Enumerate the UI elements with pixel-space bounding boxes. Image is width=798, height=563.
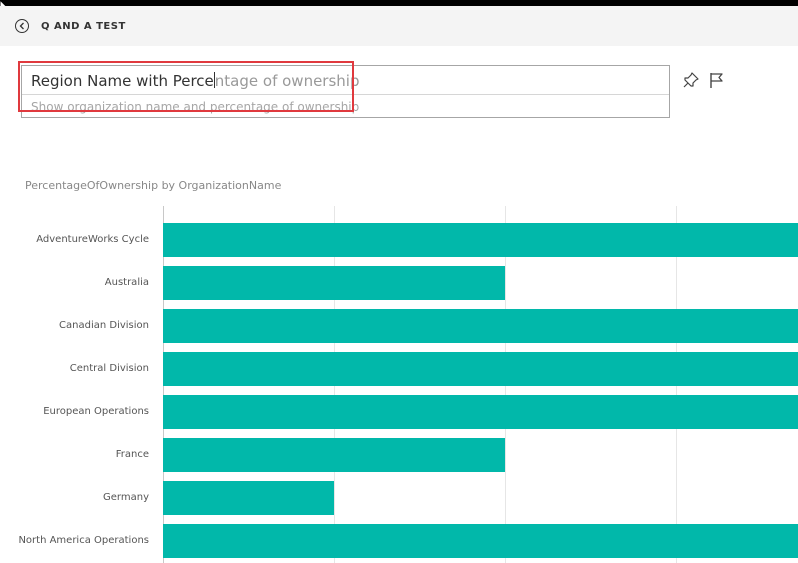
category-label: Central Division bbox=[69, 363, 149, 374]
bar[interactable] bbox=[163, 352, 798, 386]
qa-typed-text: Region Name with Perce bbox=[31, 72, 214, 90]
qa-input[interactable]: Region Name with Percentage of ownership bbox=[31, 72, 359, 90]
qa-autocomplete-text: ntage of ownership bbox=[214, 72, 360, 90]
chart-title: PercentageOfOwnership by OrganizationNam… bbox=[25, 179, 282, 192]
category-label: France bbox=[115, 449, 149, 460]
bar[interactable] bbox=[163, 481, 334, 515]
qa-divider bbox=[22, 94, 669, 95]
back-circle-icon[interactable] bbox=[15, 19, 29, 33]
qa-question-box[interactable]: Region Name with Percentage of ownership… bbox=[21, 65, 670, 118]
flag-icon[interactable] bbox=[708, 71, 726, 89]
category-label: Canadian Division bbox=[59, 320, 149, 331]
qa-suggestion[interactable]: Show organization name and percentage of… bbox=[31, 100, 359, 114]
page-header: Q AND A TEST bbox=[0, 6, 798, 46]
category-label: Australia bbox=[104, 277, 149, 288]
category-label: Germany bbox=[103, 492, 149, 503]
pin-icon[interactable] bbox=[682, 71, 700, 89]
bar[interactable] bbox=[163, 524, 798, 558]
page-title: Q AND A TEST bbox=[41, 21, 126, 32]
category-label: North America Operations bbox=[18, 535, 149, 546]
bar-chart-plot bbox=[163, 206, 798, 563]
bar[interactable] bbox=[163, 309, 798, 343]
category-label: AdventureWorks Cycle bbox=[36, 234, 149, 245]
bar[interactable] bbox=[163, 395, 798, 429]
category-label: European Operations bbox=[43, 406, 149, 417]
bar[interactable] bbox=[163, 438, 505, 472]
bar[interactable] bbox=[163, 223, 798, 257]
bar[interactable] bbox=[163, 266, 505, 300]
